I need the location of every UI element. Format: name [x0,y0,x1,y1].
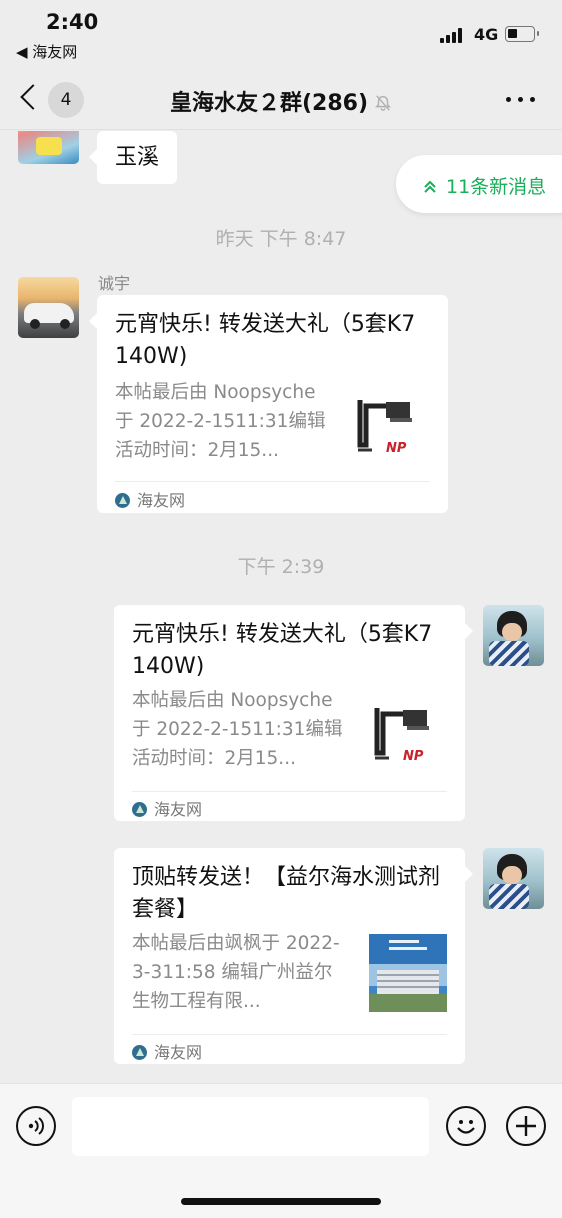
message-bubble[interactable]: 玉溪 [88,131,178,184]
link-card[interactable]: 元宵快乐! 转发送大礼（5套K7 140W) 本帖最后由 Noopsyche 于… [89,295,448,513]
timestamp: 昨天 下午 8:47 [215,228,347,250]
sender-name: 诚宇 [98,274,131,293]
chat-title-wrap: 皇海水友２群(286) [0,85,562,117]
back-to-app-link[interactable]: ◀ 海友网 [16,41,77,62]
link-card[interactable]: 顶贴转发送！【益尔海水测试剂套餐】 本帖最后由飒枫于 2022-3-311:58… [114,848,473,1064]
home-indicator[interactable] [181,1198,381,1205]
source-logo-icon [115,493,130,508]
avatar[interactable] [483,848,544,909]
source-logo-icon [132,802,147,817]
chat-title: 皇海水友２群(286) [169,91,369,116]
card-thumbnail: NP [369,698,447,776]
voice-icon [28,1117,44,1135]
card-description: 本帖最后由 Noopsyche 于 2022-2-1511:31编辑活动时间：2… [132,690,343,769]
new-messages-button[interactable]: 11条新消息 [396,155,562,213]
status-bar: 2:40 ◀ 海友网 4G [0,0,562,70]
source-name: 海友网 [154,1043,203,1062]
source-name: 海友网 [137,491,186,510]
clock: 2:40 [46,10,99,34]
message-text: 玉溪 [115,145,160,170]
avatar[interactable] [18,131,79,164]
divider [132,791,447,792]
card-source: 海友网 [115,487,185,511]
new-messages-label: 11条新消息 [446,176,547,198]
battery-icon [505,26,539,42]
divider [115,481,430,482]
card-source: 海友网 [132,1039,202,1063]
double-chevron-up-icon [424,180,436,193]
network-type: 4G [474,25,499,44]
signal-icon [440,28,466,43]
message-input[interactable] [72,1097,429,1156]
more-actions-button[interactable] [506,1106,546,1146]
emoji-button[interactable] [446,1106,486,1146]
thumb-logo-text: NP [386,441,407,456]
link-card[interactable]: 元宵快乐! 转发送大礼（5套K7 140W) 本帖最后由 Noopsyche 于… [114,605,473,821]
card-title: 顶贴转发送！【益尔海水测试剂套餐】 [132,865,441,922]
plus-icon [516,1116,536,1136]
more-options-icon[interactable] [506,97,536,103]
mute-bell-icon [374,95,392,111]
avatar[interactable] [18,277,79,338]
voice-button[interactable] [16,1106,56,1146]
card-thumbnail [369,934,447,1012]
chat-header: 4 皇海水友２群(286) [0,70,562,130]
card-description: 本帖最后由 Noopsyche 于 2022-2-1511:31编辑活动时间：2… [115,382,326,461]
card-thumbnail: NP [352,390,430,468]
message-list[interactable]: 玉溪 昨天 下午 8:47 诚宇 元宵快乐! 转发送大礼（5套K7 140W) … [0,131,562,1083]
source-logo-icon [132,1045,147,1060]
avatar[interactable] [483,605,544,666]
timestamp: 下午 2:39 [237,556,325,578]
divider [132,1034,447,1035]
source-name: 海友网 [154,800,203,819]
card-title: 元宵快乐! 转发送大礼（5套K7 140W) [115,312,416,369]
thumb-logo-text: NP [403,749,424,764]
emoji-icon [457,1120,475,1134]
card-source: 海友网 [132,796,202,820]
card-title: 元宵快乐! 转发送大礼（5套K7 140W) [132,622,433,679]
card-description: 本帖最后由飒枫于 2022-3-311:58 编辑广州益尔生物工程有限... [132,933,340,1012]
